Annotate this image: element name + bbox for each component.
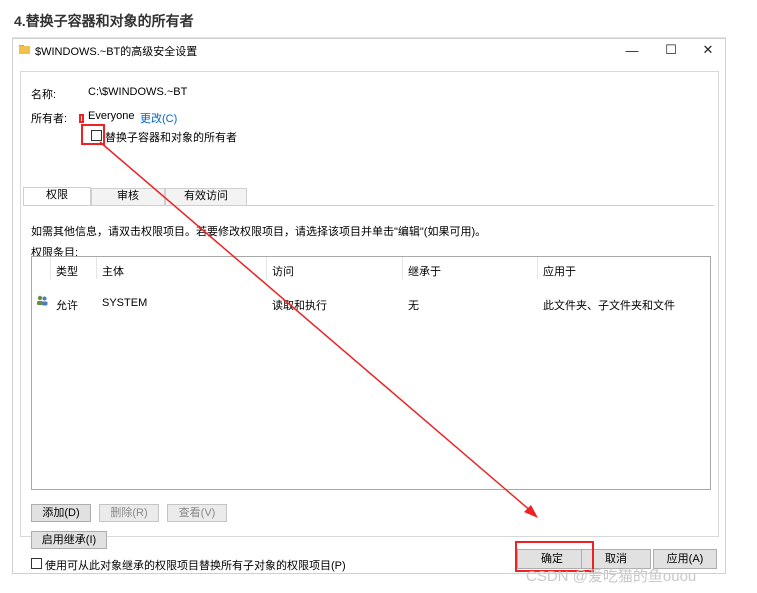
watermark: CSDN @爱吃猫的鱼ouou [526, 568, 697, 585]
annotation-arrow [99, 141, 538, 518]
